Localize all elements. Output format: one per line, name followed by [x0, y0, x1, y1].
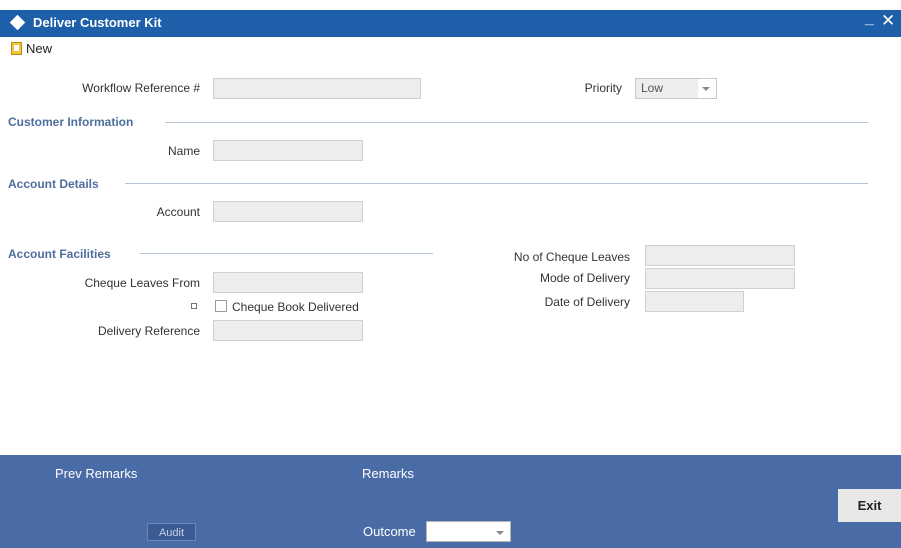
marker-icon [191, 303, 197, 309]
section-divider [125, 183, 868, 184]
name-label: Name [167, 144, 200, 158]
minimize-icon[interactable]: _ [865, 10, 874, 28]
audit-button[interactable]: Audit [147, 523, 196, 541]
outcome-select[interactable] [426, 521, 511, 542]
footer-panel: Prev Remarks Remarks Audit Outcome Exit [0, 455, 901, 548]
account-label: Account [156, 205, 200, 219]
delivery-reference-label: Delivery Reference [97, 324, 200, 338]
prev-remarks-label[interactable]: Prev Remarks [55, 466, 137, 481]
exit-button[interactable]: Exit [838, 489, 901, 522]
cheque-leaves-from-field[interactable] [213, 272, 363, 293]
close-icon[interactable]: ✕ [881, 11, 895, 31]
workflow-reference-field[interactable] [213, 78, 421, 99]
workflow-reference-label: Workflow Reference # [82, 81, 200, 95]
no-of-cheque-leaves-field[interactable] [645, 245, 795, 266]
new-document-icon[interactable] [11, 42, 22, 55]
cheque-book-delivered-checkbox[interactable] [215, 300, 227, 312]
cheque-leaves-from-label: Cheque Leaves From [84, 276, 200, 290]
chevron-down-icon [496, 531, 504, 535]
name-field[interactable] [213, 140, 363, 161]
new-button[interactable]: New [26, 41, 52, 56]
no-of-cheque-leaves-label: No of Cheque Leaves [513, 250, 630, 264]
window-diamond-icon [9, 14, 26, 31]
chevron-down-icon [702, 87, 710, 91]
mode-of-delivery-label: Mode of Delivery [539, 271, 630, 285]
window-titlebar: Deliver Customer Kit _ ✕ [0, 10, 901, 37]
section-divider [165, 122, 868, 123]
delivery-reference-field[interactable] [213, 320, 363, 341]
priority-select[interactable]: Low [635, 78, 717, 99]
priority-value: Low [636, 79, 698, 98]
outcome-label: Outcome [363, 524, 416, 539]
toolbar: New [0, 37, 901, 61]
date-of-delivery-field[interactable] [645, 291, 744, 312]
remarks-label[interactable]: Remarks [362, 466, 414, 481]
account-facilities-heading: Account Facilities [8, 247, 111, 261]
date-of-delivery-label: Date of Delivery [544, 295, 630, 309]
window-title: Deliver Customer Kit [33, 15, 162, 30]
account-details-heading: Account Details [8, 177, 99, 191]
priority-label: Priority [584, 81, 622, 95]
mode-of-delivery-field[interactable] [645, 268, 795, 289]
cheque-book-delivered-label: Cheque Book Delivered [232, 300, 359, 314]
account-field[interactable] [213, 201, 363, 222]
customer-information-heading: Customer Information [8, 115, 134, 129]
section-divider [140, 253, 433, 254]
